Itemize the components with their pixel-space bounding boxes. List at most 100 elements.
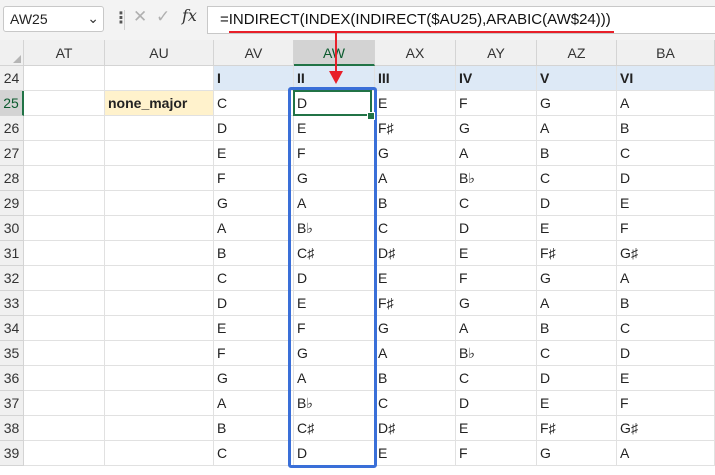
row-header-29[interactable]: 29	[0, 191, 24, 216]
row-header-39[interactable]: 39	[0, 441, 24, 466]
cell-ax28[interactable]: A	[375, 166, 456, 191]
cell-ba36[interactable]: E	[617, 366, 715, 391]
cell-az37[interactable]: E	[537, 391, 617, 416]
cell-ba38[interactable]: G♯	[617, 416, 715, 441]
cell-ay31[interactable]: E	[456, 241, 537, 266]
cell-az30[interactable]: E	[537, 216, 617, 241]
cell-ax36[interactable]: B	[375, 366, 456, 391]
cell-av38[interactable]: B	[214, 416, 294, 441]
cell-ay29[interactable]: C	[456, 191, 537, 216]
cell-at33[interactable]	[24, 291, 105, 316]
cell-ay27[interactable]: A	[456, 141, 537, 166]
cell-aw29[interactable]: A	[294, 191, 375, 216]
cell-au38[interactable]	[105, 416, 214, 441]
cell-aw27[interactable]: F	[294, 141, 375, 166]
cell-ax34[interactable]: G	[375, 316, 456, 341]
cell-aw36[interactable]: A	[294, 366, 375, 391]
cell-at39[interactable]	[24, 441, 105, 466]
cell-ax37[interactable]: C	[375, 391, 456, 416]
cell-au25[interactable]: none_major	[105, 91, 214, 116]
cell-ay24[interactable]: IV	[456, 66, 537, 91]
row-header-27[interactable]: 27	[0, 141, 24, 166]
row-header-36[interactable]: 36	[0, 366, 24, 391]
cell-au34[interactable]	[105, 316, 214, 341]
cell-aw30[interactable]: B♭	[294, 216, 375, 241]
cell-ay35[interactable]: B♭	[456, 341, 537, 366]
cell-ax31[interactable]: D♯	[375, 241, 456, 266]
cell-ay39[interactable]: F	[456, 441, 537, 466]
cell-ax27[interactable]: G	[375, 141, 456, 166]
cell-aw31[interactable]: C♯	[294, 241, 375, 266]
cell-av31[interactable]: B	[214, 241, 294, 266]
cell-az38[interactable]: F♯	[537, 416, 617, 441]
cell-ba35[interactable]: D	[617, 341, 715, 366]
cell-av32[interactable]: C	[214, 266, 294, 291]
cell-av24[interactable]: I	[214, 66, 294, 91]
cell-at38[interactable]	[24, 416, 105, 441]
cell-au24[interactable]	[105, 66, 214, 91]
cell-aw33[interactable]: E	[294, 291, 375, 316]
cell-az28[interactable]: C	[537, 166, 617, 191]
cell-az36[interactable]: D	[537, 366, 617, 391]
cell-at29[interactable]	[24, 191, 105, 216]
row-header-35[interactable]: 35	[0, 341, 24, 366]
cell-ay32[interactable]: F	[456, 266, 537, 291]
cell-au29[interactable]	[105, 191, 214, 216]
cell-at34[interactable]	[24, 316, 105, 341]
cell-av33[interactable]: D	[214, 291, 294, 316]
cell-ay37[interactable]: D	[456, 391, 537, 416]
cell-au35[interactable]	[105, 341, 214, 366]
cell-ax26[interactable]: F♯	[375, 116, 456, 141]
cell-at31[interactable]	[24, 241, 105, 266]
cell-az31[interactable]: F♯	[537, 241, 617, 266]
cell-ba24[interactable]: VI	[617, 66, 715, 91]
cell-at26[interactable]	[24, 116, 105, 141]
cell-au27[interactable]	[105, 141, 214, 166]
row-header-31[interactable]: 31	[0, 241, 24, 266]
cell-av34[interactable]: E	[214, 316, 294, 341]
cell-ba25[interactable]: A	[617, 91, 715, 116]
row-header-26[interactable]: 26	[0, 116, 24, 141]
cell-aw38[interactable]: C♯	[294, 416, 375, 441]
cell-ax35[interactable]: A	[375, 341, 456, 366]
cell-au28[interactable]	[105, 166, 214, 191]
cell-az25[interactable]: G	[537, 91, 617, 116]
cell-az26[interactable]: A	[537, 116, 617, 141]
cell-au31[interactable]	[105, 241, 214, 266]
row-header-30[interactable]: 30	[0, 216, 24, 241]
cell-at28[interactable]	[24, 166, 105, 191]
cell-aw25[interactable]: D	[294, 91, 375, 116]
cell-au39[interactable]	[105, 441, 214, 466]
cell-az27[interactable]: B	[537, 141, 617, 166]
column-header-au[interactable]: AU	[105, 40, 214, 66]
cell-at25[interactable]	[24, 91, 105, 116]
cell-az35[interactable]: C	[537, 341, 617, 366]
cell-ax33[interactable]: F♯	[375, 291, 456, 316]
enter-icon[interactable]: ✓	[156, 7, 170, 27]
cell-ay33[interactable]: G	[456, 291, 537, 316]
column-header-az[interactable]: AZ	[537, 40, 617, 66]
chevron-down-icon[interactable]: ⌄	[87, 10, 99, 27]
cell-av39[interactable]: C	[214, 441, 294, 466]
cell-au30[interactable]	[105, 216, 214, 241]
cell-at37[interactable]	[24, 391, 105, 416]
row-header-25[interactable]: 25	[0, 91, 24, 116]
formula-input[interactable]: =INDIRECT(INDEX(INDIRECT($AU25),ARABIC(A…	[207, 6, 715, 34]
cell-az34[interactable]: B	[537, 316, 617, 341]
cell-av29[interactable]: G	[214, 191, 294, 216]
cell-ba34[interactable]: C	[617, 316, 715, 341]
cell-ba29[interactable]: E	[617, 191, 715, 216]
cell-ba39[interactable]: A	[617, 441, 715, 466]
cell-at36[interactable]	[24, 366, 105, 391]
row-header-37[interactable]: 37	[0, 391, 24, 416]
fill-handle[interactable]	[367, 112, 375, 120]
cell-au37[interactable]	[105, 391, 214, 416]
cell-ba37[interactable]: F	[617, 391, 715, 416]
cell-aw32[interactable]: D	[294, 266, 375, 291]
insert-function-icon[interactable]: fx	[182, 6, 197, 25]
cell-at24[interactable]	[24, 66, 105, 91]
cell-au33[interactable]	[105, 291, 214, 316]
row-header-28[interactable]: 28	[0, 166, 24, 191]
more-options-icon[interactable]: ⋮	[113, 8, 129, 28]
cell-aw39[interactable]: D	[294, 441, 375, 466]
